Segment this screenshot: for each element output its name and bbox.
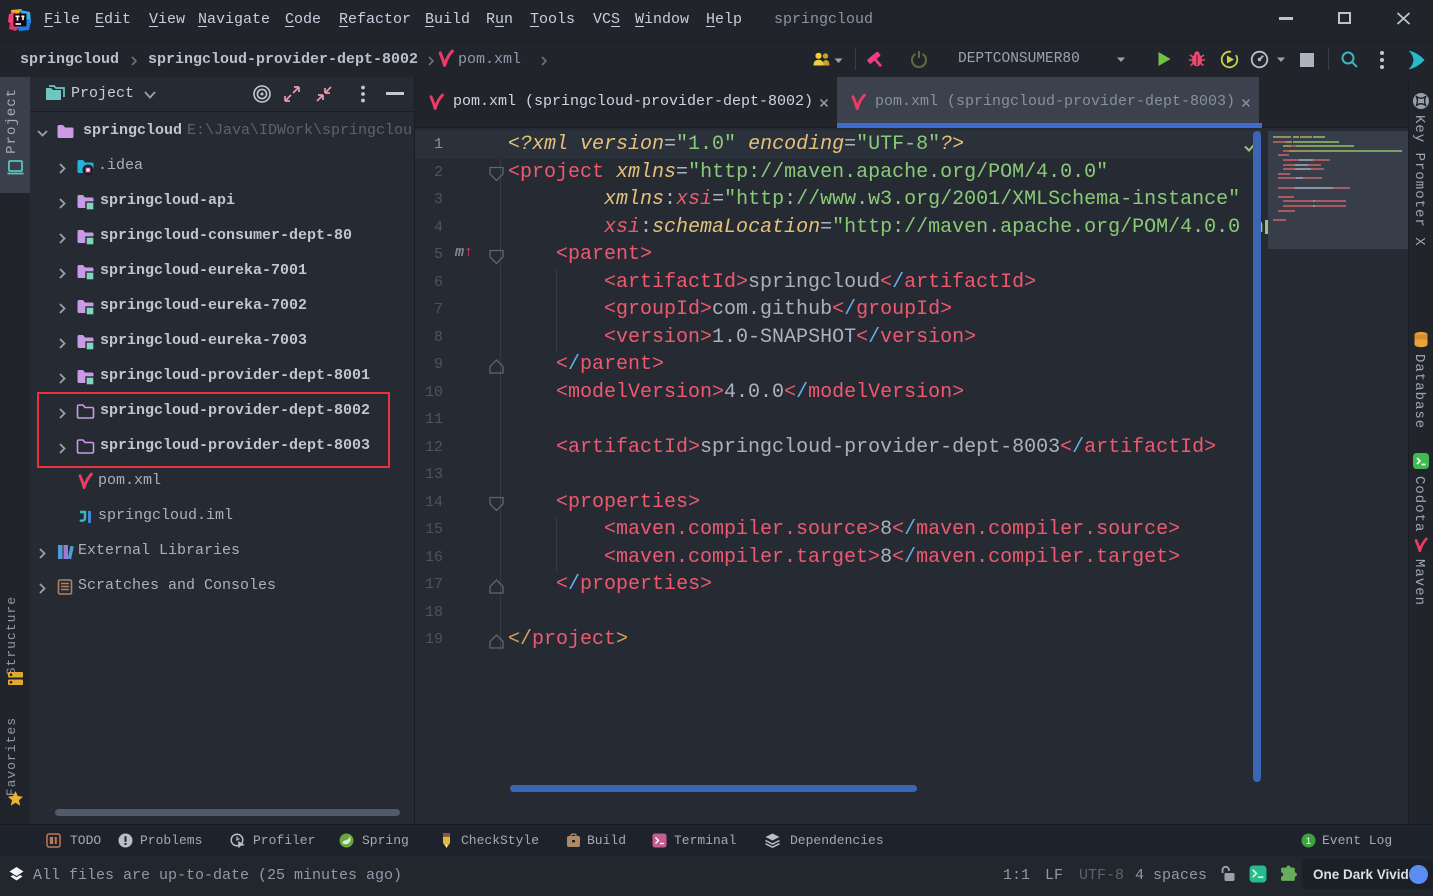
svg-text:1: 1 — [1306, 836, 1311, 847]
